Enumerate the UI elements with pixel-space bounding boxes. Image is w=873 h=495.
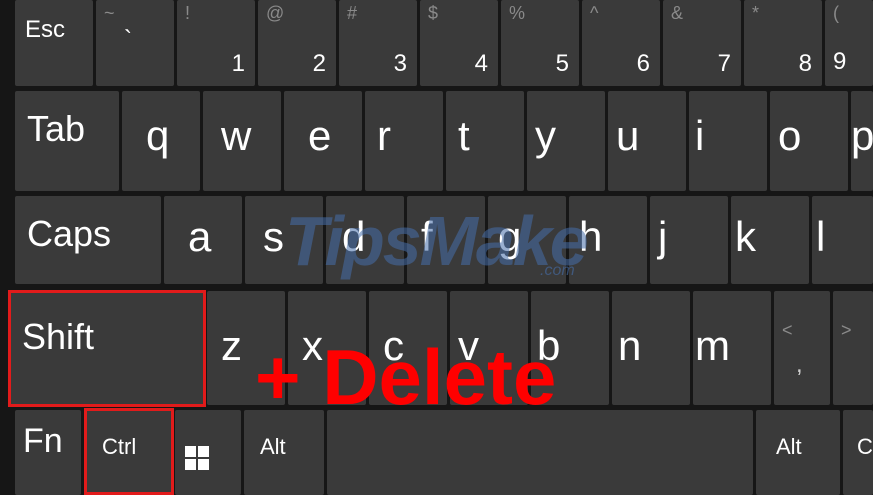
key-6[interactable]: ^ 6: [582, 0, 660, 86]
key-3[interactable]: # 3: [339, 0, 417, 86]
key-7-label: 7: [717, 50, 731, 77]
key-windows[interactable]: [175, 410, 241, 495]
key-k-label: k: [735, 213, 756, 260]
key-i[interactable]: i: [689, 91, 767, 191]
key-n-label: n: [618, 322, 642, 369]
key-alt-right-label: Alt: [776, 434, 802, 459]
key-space[interactable]: [327, 410, 753, 495]
key-8[interactable]: * 8: [744, 0, 822, 86]
key-y[interactable]: y: [527, 91, 605, 191]
key-ctrl-right[interactable]: C: [843, 410, 873, 495]
shift-highlight: [8, 290, 206, 407]
key-a[interactable]: a: [164, 196, 242, 284]
key-z-label: z: [221, 322, 242, 369]
key-7-symbol: &: [671, 3, 684, 23]
key-period-symbol: >: [841, 320, 852, 340]
key-6-label: 6: [636, 50, 650, 77]
key-r[interactable]: r: [365, 91, 443, 191]
key-e[interactable]: e: [284, 91, 362, 191]
key-backtick-label: `: [124, 26, 132, 53]
key-4[interactable]: $ 4: [420, 0, 498, 86]
key-q[interactable]: q: [122, 91, 200, 191]
key-esc[interactable]: Esc: [15, 0, 93, 86]
key-9-symbol: (: [833, 3, 839, 23]
key-9[interactable]: ( 9: [825, 0, 873, 86]
windows-logo-icon: [185, 446, 209, 470]
key-ctrl-right-label: C: [857, 434, 873, 459]
key-y-label: y: [535, 112, 556, 159]
key-a-label: a: [188, 213, 212, 260]
key-j-label: j: [658, 213, 668, 260]
key-8-label: 8: [798, 50, 812, 77]
watermark-suffix: .com: [540, 262, 575, 279]
key-o-label: o: [778, 112, 802, 159]
key-e-label: e: [308, 112, 332, 159]
key-1-label: 1: [231, 50, 245, 77]
key-tab[interactable]: Tab: [15, 91, 119, 191]
key-i-label: i: [695, 112, 705, 159]
key-r-label: r: [377, 112, 391, 159]
key-l-label: l: [816, 213, 826, 260]
key-m-label: m: [695, 322, 730, 369]
key-k[interactable]: k: [731, 196, 809, 284]
key-6-symbol: ^: [590, 3, 599, 23]
key-2[interactable]: @ 2: [258, 0, 336, 86]
shortcut-caption: + Delete: [255, 333, 557, 421]
key-w-label: w: [221, 112, 252, 159]
key-4-label: 4: [474, 50, 488, 77]
key-u-label: u: [616, 112, 640, 159]
key-4-symbol: $: [428, 3, 439, 23]
key-backtick[interactable]: ~ `: [96, 0, 174, 86]
key-7[interactable]: & 7: [663, 0, 741, 86]
on-screen-keyboard: Esc ~ ` ! 1 @ 2 # 3 $ 4 % 5 ^ 6 & 7 * 8 …: [0, 0, 873, 495]
key-esc-label: Esc: [25, 16, 66, 43]
key-alt-left-label: Alt: [260, 434, 286, 459]
key-p[interactable]: p: [851, 91, 873, 191]
key-2-label: 2: [312, 50, 326, 77]
key-comma[interactable]: < ,: [774, 291, 830, 405]
key-s-label: s: [263, 213, 284, 260]
key-l[interactable]: l: [812, 196, 873, 284]
ctrl-highlight: [84, 408, 174, 495]
key-p-label: p: [851, 112, 873, 159]
key-caps[interactable]: Caps: [15, 196, 161, 284]
key-t[interactable]: t: [446, 91, 524, 191]
key-5[interactable]: % 5: [501, 0, 579, 86]
key-1[interactable]: ! 1: [177, 0, 255, 86]
key-alt-right[interactable]: Alt: [756, 410, 840, 495]
key-2-symbol: @: [266, 3, 285, 23]
key-fn[interactable]: Fn: [15, 410, 81, 495]
key-9-label: 9: [833, 48, 847, 75]
key-5-label: 5: [555, 50, 569, 77]
key-alt-left[interactable]: Alt: [244, 410, 324, 495]
key-period[interactable]: >: [833, 291, 873, 405]
key-tab-label: Tab: [27, 108, 86, 149]
key-t-label: t: [458, 112, 470, 159]
key-5-symbol: %: [509, 3, 526, 23]
key-u[interactable]: u: [608, 91, 686, 191]
key-3-label: 3: [393, 50, 407, 77]
key-w[interactable]: w: [203, 91, 281, 191]
key-fn-label: Fn: [23, 422, 63, 460]
key-1-symbol: !: [185, 3, 191, 23]
key-o[interactable]: o: [770, 91, 848, 191]
key-8-symbol: *: [752, 3, 760, 23]
key-comma-symbol: <: [782, 320, 793, 340]
key-3-symbol: #: [347, 3, 358, 23]
key-backtick-symbol: ~: [104, 3, 115, 23]
key-n[interactable]: n: [612, 291, 690, 405]
key-q-label: q: [146, 112, 170, 159]
key-j[interactable]: j: [650, 196, 728, 284]
key-comma-label: ,: [796, 351, 803, 378]
key-caps-label: Caps: [27, 213, 112, 254]
key-m[interactable]: m: [693, 291, 771, 405]
